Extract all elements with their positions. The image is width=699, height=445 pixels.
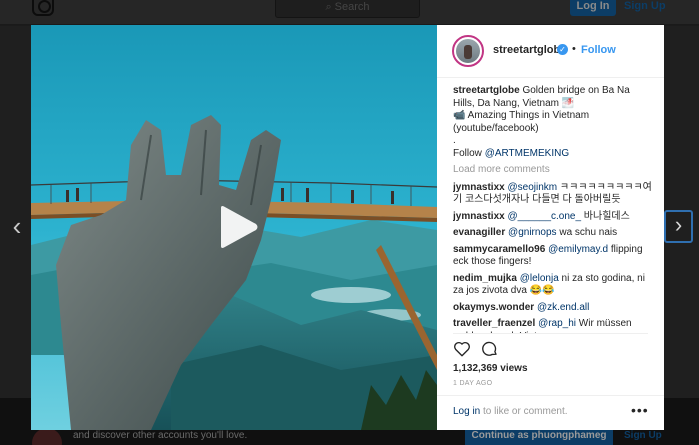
- comment-username[interactable]: jymnastixx: [453, 211, 505, 222]
- avatar-image: [456, 39, 480, 63]
- footer-divider: [437, 395, 664, 396]
- comment-mention[interactable]: @gnirnops: [508, 227, 557, 238]
- comment-item: nedim_mujka @lelonja ni za sto godina, n…: [453, 273, 653, 298]
- post-timestamp: 1 DAY AGO: [453, 380, 493, 387]
- comment-item: okaymys.wonder @zk.end.all: [453, 302, 653, 315]
- view-count: 1,132,369 views: [453, 363, 528, 374]
- instagram-logo-icon: [32, 0, 54, 16]
- caption-line2: 📹 Amazing Things in Vietnam (youtube/fac…: [453, 110, 590, 134]
- caption-username[interactable]: streetartglobe: [453, 85, 520, 96]
- banner-text: and discover other accounts you'll love.: [73, 430, 248, 441]
- comment-username[interactable]: okaymys.wonder: [453, 302, 534, 313]
- actions-divider: [453, 333, 648, 334]
- post-username[interactable]: streetartglobe: [493, 44, 566, 56]
- comment-username[interactable]: nedim_mujka: [453, 273, 517, 284]
- login-prompt: Log in to like or comment.: [453, 406, 568, 417]
- post-caption: streetartglobe Golden bridge on Ba Na Hi…: [453, 85, 653, 160]
- login-button: Log In: [570, 0, 616, 16]
- comment-item: jymnastixx @______c.one_ 바나힐데스: [453, 211, 653, 224]
- comment-username[interactable]: jymnastixx: [453, 182, 505, 193]
- comment-username[interactable]: traveller_fraenzel: [453, 318, 535, 329]
- caption-follow-prefix: Follow: [453, 147, 485, 159]
- verified-check-icon: ✓: [557, 44, 568, 55]
- heart-icon[interactable]: [453, 340, 471, 358]
- avatar[interactable]: [452, 35, 484, 67]
- comment-mention[interactable]: @emilymay.d: [548, 244, 608, 255]
- banner-signup-link: Sign Up: [624, 430, 662, 441]
- comment-mention[interactable]: @lelonja: [520, 273, 559, 284]
- caption-line3: .: [453, 135, 456, 146]
- chevron-right-icon[interactable]: ›: [664, 210, 693, 243]
- comment-mention[interactable]: @seojinkm: [507, 182, 557, 193]
- post-sidebar: streetartglobe ✓ • Follow streetartglobe…: [437, 25, 664, 430]
- signup-link: Sign Up: [624, 0, 666, 12]
- comment-mention[interactable]: @______c.one_: [507, 211, 581, 222]
- comment-item: sammycaramello96 @emilymay.d flipping ec…: [453, 244, 653, 269]
- follow-button[interactable]: Follow: [581, 44, 616, 56]
- comments-list: streetartglobe Golden bridge on Ba Na Hi…: [453, 85, 653, 333]
- header-separator: •: [572, 43, 576, 55]
- chevron-left-icon[interactable]: ‹: [4, 212, 30, 242]
- login-suffix: to like or comment.: [480, 406, 568, 417]
- caption-mention[interactable]: @ARTMEMEKING: [485, 148, 569, 159]
- comment-text: wa schu nais: [556, 227, 618, 238]
- background-header: ⌕ Search Log In Sign Up: [0, 0, 699, 25]
- comment-text: 바나힐데스: [581, 210, 630, 222]
- more-options-icon[interactable]: •••: [631, 402, 649, 418]
- video-player[interactable]: [31, 25, 437, 430]
- post-modal: streetartglobe ✓ • Follow streetartglobe…: [31, 25, 664, 430]
- comment-username[interactable]: sammycaramello96: [453, 244, 545, 255]
- comment-item: evanagiller @gnirnops wa schu nais: [453, 227, 653, 240]
- comment-username[interactable]: evanagiller: [453, 227, 505, 238]
- comment-icon[interactable]: [481, 340, 499, 358]
- comment-item: jymnastixx @seojinkm ㅋㅋㅋㅋㅋㅋㅋㅋㅋ여기 코스다섯개자나…: [453, 182, 653, 207]
- comment-item: traveller_fraenzel @rap_hi Wir müssen wo…: [453, 318, 653, 333]
- search-placeholder: Search: [334, 1, 370, 13]
- play-icon[interactable]: [217, 205, 259, 249]
- comment-mention[interactable]: @rap_hi: [538, 318, 576, 329]
- comment-mention[interactable]: @zk.end.all: [537, 302, 589, 313]
- load-more-comments[interactable]: Load more comments: [453, 164, 653, 177]
- login-link[interactable]: Log in: [453, 406, 480, 417]
- search-input: ⌕ Search: [275, 0, 420, 18]
- post-header: streetartglobe ✓ • Follow: [437, 25, 664, 78]
